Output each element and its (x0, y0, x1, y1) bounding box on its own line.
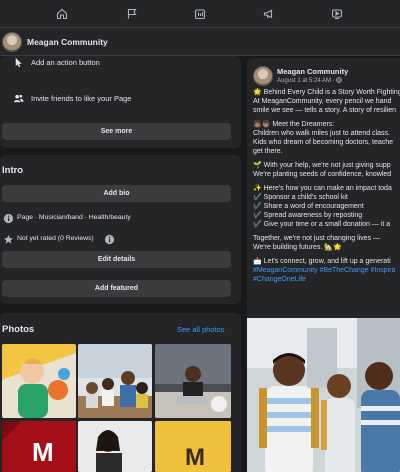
photo-thumbnail[interactable]: M (2, 421, 76, 472)
photos-title: Photos (2, 324, 35, 335)
watch-icon[interactable] (329, 6, 345, 22)
post-timestamp[interactable]: August 1 at 5:24 AM · (277, 77, 343, 84)
photo-thumbnail[interactable] (78, 421, 152, 472)
post-text-line: 📩 Let's connect, grow, and lift up a gen… (253, 258, 391, 265)
schoolchildren-photo (247, 318, 400, 472)
post-text-line: ✔️ Sponsor a child's school kit (253, 194, 348, 201)
cursor-icon (12, 56, 24, 68)
page-avatar[interactable] (2, 32, 22, 52)
info-icon (2, 212, 14, 224)
post-card: Meagan Community August 1 at 5:24 AM · 🌟… (247, 58, 400, 472)
post-author-name[interactable]: Meagan Community (277, 67, 348, 76)
post-text-line: get there. (253, 148, 283, 155)
add-bio-button[interactable]: Add bio (2, 185, 231, 202)
post-text-line: ✨ Here's how you can make an impact toda (253, 185, 392, 192)
page-category: Page · Musician/band · Health/beauty (17, 214, 131, 221)
post-body: 🌟 Behind Every Child is a Story Worth Fi… (253, 88, 400, 284)
video-feed-icon[interactable] (192, 6, 208, 22)
post-text-line: ✔️ Share a word of encouragement (253, 203, 364, 210)
page-header-bar: Meagan Community (0, 28, 400, 56)
see-all-photos-link[interactable]: See all photos (177, 325, 225, 334)
see-more-button[interactable]: See more (2, 123, 231, 140)
svg-text:M: M (185, 444, 205, 471)
photo-thumbnail[interactable] (2, 344, 76, 418)
home-icon[interactable] (54, 6, 70, 22)
invite-friends-icon (12, 92, 24, 104)
photo-thumbnail[interactable] (78, 344, 152, 418)
edit-details-button[interactable]: Edit details (2, 251, 231, 268)
intro-card: Intro Add bio Page · Musician/band · Hea… (0, 155, 241, 304)
post-author-avatar[interactable] (253, 66, 273, 86)
top-navigation (0, 0, 400, 28)
post-hashtags[interactable]: #MeaganCommunity #BeTheChange #Inspira (253, 266, 400, 275)
post-time-text: August 1 at 5:24 AM · (277, 78, 337, 84)
post-image[interactable] (247, 318, 400, 472)
post-text-line: Kids who dream of becoming doctors, teac… (253, 139, 394, 146)
intro-title: Intro (2, 165, 24, 176)
post-text-line: Together, we're not just changing lives … (253, 235, 381, 242)
post-text-line: smile we see — tells a story. A story of… (253, 107, 397, 114)
post-text-line: Children who walk miles just to attend c… (253, 130, 390, 137)
rating-info-icon[interactable] (103, 233, 115, 245)
globe-icon (336, 77, 343, 83)
post-text-line: We're building futures. 🏡🌟 (253, 244, 342, 251)
rating-text: Not yet rated (0 Reviews) (17, 235, 94, 242)
photo-thumbnail[interactable] (155, 344, 231, 418)
post-text-line: ✔️ Give your time or a small donation — … (253, 221, 391, 228)
post-hashtags[interactable]: #ChangeOneLife (253, 275, 400, 284)
page-title[interactable]: Meagan Community (27, 37, 108, 47)
photo-thumbnail[interactable]: M (155, 421, 231, 472)
photos-card: Photos See all photos M M (0, 313, 241, 472)
post-text-line: 🌟 Behind Every Child is a Story Worth Fi… (253, 89, 400, 96)
post-text-line: 👧🏽👦🏽 Meet the Dreamers: (253, 121, 335, 128)
add-featured-button[interactable]: Add featured (2, 280, 231, 297)
post-text-line: We're planting seeds of confidence, know… (253, 171, 392, 178)
invite-friends-link[interactable]: Invite friends to like your Page (31, 94, 131, 103)
post-text-line: 🌱 With your help, we're not just giving … (253, 162, 391, 169)
svg-text:M: M (32, 437, 54, 467)
add-action-button-link[interactable]: Add an action button (31, 58, 100, 67)
megaphone-icon[interactable] (261, 6, 277, 22)
page-actions-card: Add an action button Invite friends to l… (0, 56, 241, 148)
post-text-line: ✔️ Spread awareness by reposting (253, 212, 363, 219)
flag-icon[interactable] (124, 6, 140, 22)
rating-star-icon (2, 233, 14, 245)
post-text-line: At MeaganCommunity, every pencil we hand (253, 98, 392, 105)
